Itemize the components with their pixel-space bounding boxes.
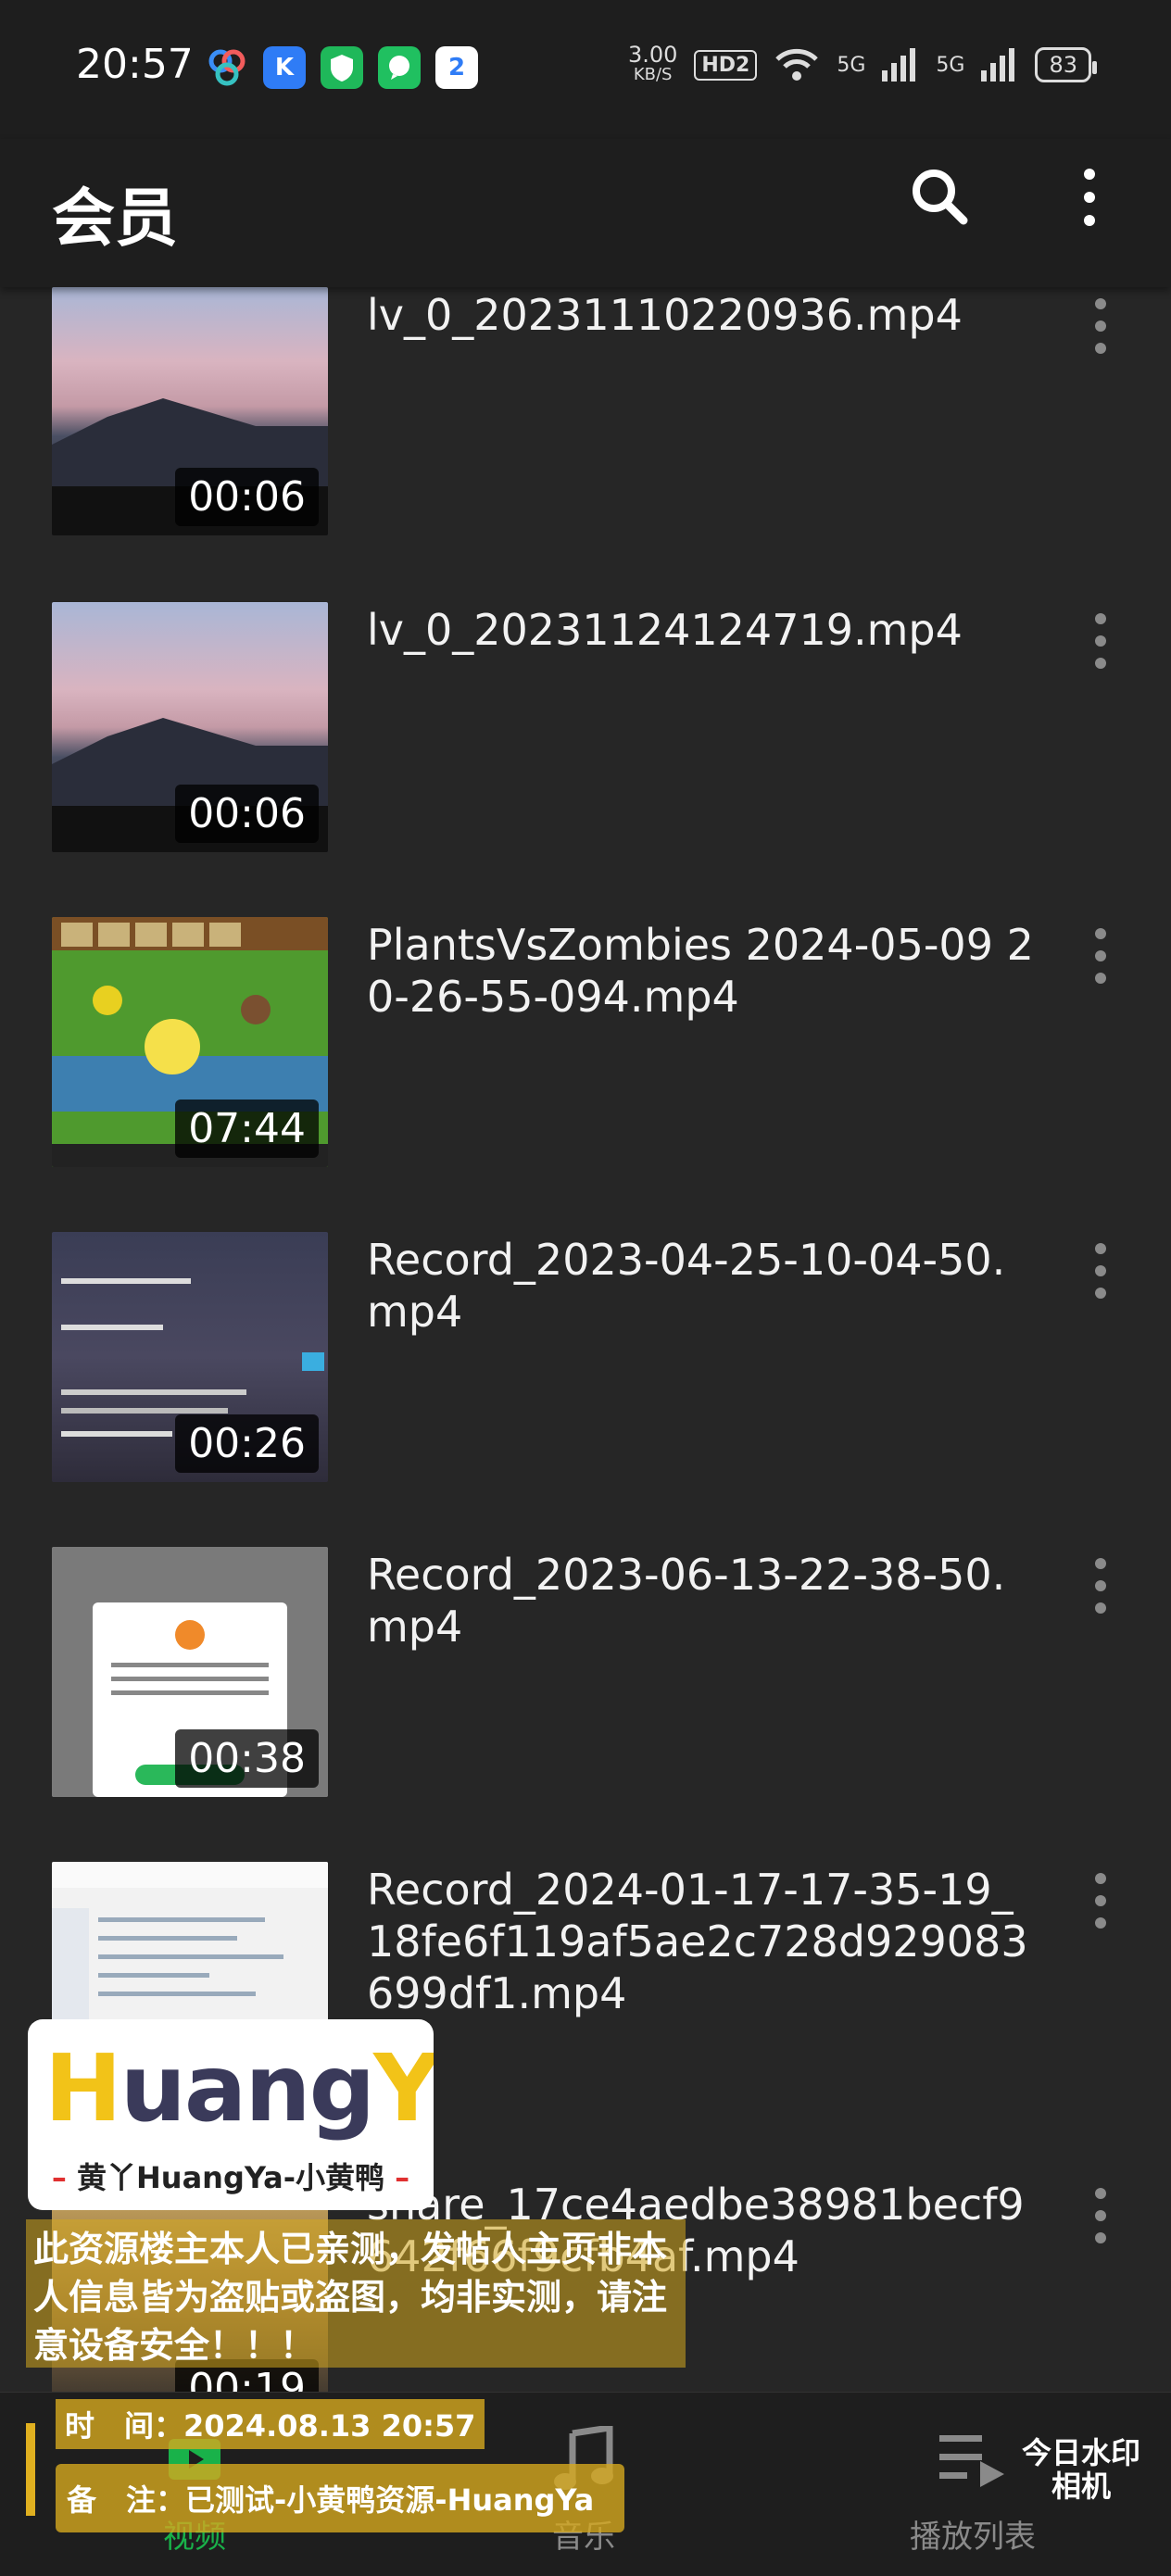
wifi-icon: [775, 48, 819, 81]
video-duration: 07:44: [175, 1100, 319, 1158]
page-title: 会员: [52, 182, 179, 256]
playlist-icon: [939, 2435, 1004, 2487]
watermark-notice: 此资源楼主本人已亲测，发帖人主页非本人信息皆为盗贴或盗图，均非实测，请注意设备安…: [26, 2219, 686, 2368]
watermark-remark: 备 注：已测试-小黄鸭资源-HuangYa: [56, 2464, 624, 2532]
video-name: Record_2024-01-17-17-35-19_18fe6f119af5a…: [367, 1865, 1028, 2018]
video-name: lv_0_20231124124719.mp4: [367, 605, 963, 655]
video-name: PlantsVsZombies 2024-05-09 20-26-55-094.…: [367, 920, 1034, 1022]
watermark-logo: HuangYa – 黄丫HuangYa-小黄鸭 –: [28, 2019, 434, 2210]
watermark-camera-label: 今日水印相机: [1021, 2435, 1140, 2504]
network-speed-value: 3.00: [627, 42, 678, 68]
video-name: Record_2023-06-13-22-38-50.mp4: [367, 1550, 1006, 1652]
signal-2-label: 5G: [936, 53, 965, 77]
video-duration: 00:06: [175, 785, 319, 843]
shield-app-icon: [321, 46, 363, 89]
item-more-icon[interactable]: [1082, 926, 1119, 991]
video-item[interactable]: 00:06 lv_0_20231124124719.mp4: [0, 602, 1171, 917]
chat-app-icon: [378, 46, 421, 89]
status-bar: 20:57 K 2 3.00 KB/S HD2 5G 5G 83: [0, 0, 1171, 139]
hd-voice-badge: HD2: [694, 49, 758, 81]
network-speed: 3.00 KB/S: [628, 44, 677, 85]
video-thumbnail[interactable]: 00:38: [52, 1547, 328, 1797]
network-speed-unit: KB/S: [633, 65, 673, 84]
video-item[interactable]: 07:44 PlantsVsZombies 2024-05-09 20-26-5…: [0, 917, 1171, 1232]
video-duration: 00:38: [175, 1729, 319, 1788]
battery-indicator: 83: [1035, 47, 1097, 82]
watermark-logo-sub-text: 黄丫HuangYa-小黄鸭: [77, 2160, 384, 2195]
status-time: 20:57: [76, 41, 194, 88]
k-app-icon: K: [263, 46, 306, 89]
watermark-time: 时 间：2024.08.13 20:57: [56, 2399, 485, 2449]
item-more-icon[interactable]: [1082, 1871, 1119, 1936]
signal-1-label: 5G: [837, 53, 866, 77]
watermark-accent-bar: [26, 2423, 35, 2516]
video-thumbnail[interactable]: 00:06: [52, 602, 328, 852]
item-more-icon[interactable]: [1082, 2186, 1119, 2251]
video-thumbnail[interactable]: 07:44: [52, 917, 328, 1167]
system-indicators: 3.00 KB/S HD2 5G 5G 83: [628, 44, 1097, 85]
video-thumbnail[interactable]: 00:06: [52, 287, 328, 535]
video-item[interactable]: 00:06 lv_0_20231110220936.mp4: [0, 287, 1171, 602]
search-icon[interactable]: [908, 165, 973, 230]
video-duration: 00:06: [175, 468, 319, 526]
item-more-icon[interactable]: [1082, 1241, 1119, 1306]
item-more-icon[interactable]: [1082, 611, 1119, 676]
video-name: Record_2023-04-25-10-04-50.mp4: [367, 1235, 1006, 1337]
video-item[interactable]: 00:26 Record_2023-04-25-10-04-50.mp4: [0, 1232, 1171, 1547]
more-vert-icon[interactable]: [1071, 165, 1108, 230]
app-bar: 会员: [0, 139, 1171, 287]
watermark-logo-sub: – 黄丫HuangYa-小黄鸭 –: [51, 2160, 410, 2195]
video-duration: 00:26: [175, 1414, 319, 1473]
video-item[interactable]: 00:38 Record_2023-06-13-22-38-50.mp4: [0, 1547, 1171, 1862]
item-more-icon[interactable]: [1082, 1556, 1119, 1621]
nav-playlist-label: 播放列表: [910, 2519, 1036, 2556]
signal-1-icon: [882, 48, 916, 82]
signal-2-icon: [981, 48, 1015, 82]
watermark-logo-text: HuangYa: [44, 2034, 434, 2142]
notification-icons: K 2: [206, 46, 478, 89]
item-more-icon[interactable]: [1082, 296, 1119, 361]
browser-app-icon: 2: [435, 46, 478, 89]
baidu-netdisk-icon: [206, 46, 248, 89]
video-thumbnail[interactable]: 00:26: [52, 1232, 328, 1482]
video-name: lv_0_20231110220936.mp4: [367, 290, 963, 340]
